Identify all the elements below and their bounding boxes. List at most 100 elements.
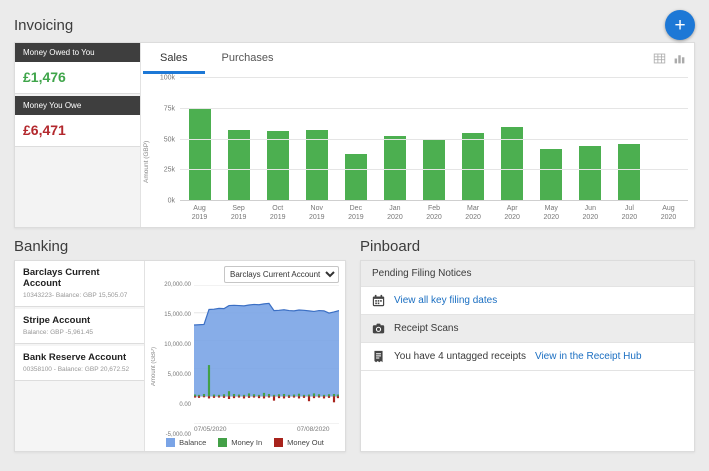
x-tick-label: Apr2020 xyxy=(493,201,532,225)
summary-card[interactable]: Money Owed to You£1,476 xyxy=(15,43,140,94)
legend-swatch xyxy=(218,438,227,447)
invoicing-section: Invoicing + Money Owed to You£1,476Money… xyxy=(14,8,695,228)
sales-chart-plot xyxy=(180,78,688,201)
bar xyxy=(579,146,601,201)
bank-accounts-list: Barclays Current Account10343223- Balanc… xyxy=(15,261,145,451)
dashboard: Invoicing + Money Owed to You£1,476Money… xyxy=(0,0,709,458)
y-tick-label: 0k xyxy=(168,198,175,205)
bank-account-card[interactable]: Stripe AccountBalance: GBP -5,961.45 xyxy=(15,309,144,344)
summary-card-label: Money Owed to You xyxy=(15,43,140,62)
bank-chart-y-axis-title: Amount (GBP) xyxy=(151,285,160,435)
x-tick-label: Jul2020 xyxy=(610,201,649,225)
y-tick-label: 5,000.00 xyxy=(168,372,191,378)
bar-slot xyxy=(610,78,649,201)
x-tick-label: Jan2020 xyxy=(375,201,414,225)
legend-swatch xyxy=(166,438,175,447)
y-tick-label: 10,000.00 xyxy=(164,342,191,348)
bar xyxy=(345,154,367,201)
x-tick-label: Sep2019 xyxy=(219,201,258,225)
summary-card-value: £6,471 xyxy=(15,115,140,146)
pinboard-panel: Pending Filing Notices View all key filin… xyxy=(360,260,695,452)
bar xyxy=(267,131,289,201)
y-tick-label: -5,000.00 xyxy=(166,432,191,438)
pinboard-row-text: Pending Filing Notices xyxy=(372,268,472,279)
bank-account-detail: 00358100 - Balance: GBP 20,672.52 xyxy=(23,366,136,373)
plus-icon: + xyxy=(674,16,685,35)
y-tick-label: 100k xyxy=(160,75,175,82)
x-tick-label: 07/08/2020 xyxy=(297,426,330,433)
bar-slot xyxy=(649,78,688,201)
pinboard-item-row: View all key filing dates xyxy=(361,287,694,315)
pinboard-header-row: Pending Filing Notices xyxy=(361,261,694,287)
gridline xyxy=(180,169,688,170)
bar xyxy=(462,133,484,201)
y-tick-label: 20,000.00 xyxy=(164,282,191,288)
legend-label: Money In xyxy=(231,438,262,447)
pinboard-title: Pinboard xyxy=(360,238,695,255)
bar-slot xyxy=(493,78,532,201)
bar-slot xyxy=(219,78,258,201)
pinboard-link[interactable]: View all key filing dates xyxy=(394,295,497,306)
bank-account-card[interactable]: Barclays Current Account10343223- Balanc… xyxy=(15,261,144,307)
bar xyxy=(618,144,640,201)
x-tick-label: Oct2019 xyxy=(258,201,297,225)
invoicing-tabs: SalesPurchases xyxy=(143,43,291,74)
legend-item: Balance xyxy=(166,438,206,447)
bar-slot xyxy=(336,78,375,201)
banking-section: Banking Barclays Current Account10343223… xyxy=(14,228,346,452)
x-tick-label: Jun2020 xyxy=(571,201,610,225)
bar-slot xyxy=(532,78,571,201)
x-tick-label: Feb2020 xyxy=(414,201,453,225)
bar-slot xyxy=(454,78,493,201)
bar-slot xyxy=(180,78,219,201)
gridline xyxy=(180,108,688,109)
summary-card[interactable]: Money You Owe£6,471 xyxy=(15,96,140,147)
x-tick-label: Mar2020 xyxy=(454,201,493,225)
bar-slot xyxy=(571,78,610,201)
table-view-icon[interactable] xyxy=(653,52,666,65)
tab-purchases[interactable]: Purchases xyxy=(205,43,291,74)
bar-chart-view-icon[interactable] xyxy=(673,52,686,65)
pinboard-row-text: Receipt Scans xyxy=(394,323,458,334)
pinboard-link[interactable]: View in the Receipt Hub xyxy=(535,351,642,362)
y-tick-label: 50k xyxy=(164,136,175,143)
invoicing-panel: Money Owed to You£1,476Money You Owe£6,4… xyxy=(14,42,695,228)
x-tick-label: 07/05/2020 xyxy=(194,426,227,433)
sales-chart-yticks: 0k25k50k75k100k xyxy=(154,78,180,201)
bank-account-detail: 10343223- Balance: GBP 15,505.07 xyxy=(23,292,136,299)
bank-account-card[interactable]: Bank Reserve Account 00358100 - Balance: … xyxy=(15,346,144,381)
x-tick-label: Aug2020 xyxy=(649,201,688,225)
legend-label: Balance xyxy=(179,438,206,447)
sales-chart: Amount (GBP) 0k25k50k75k100k Aug2019Sep2… xyxy=(143,74,688,225)
bank-account-name: Bank Reserve Account xyxy=(23,352,136,363)
sales-chart-bars xyxy=(180,78,688,201)
bar-slot xyxy=(414,78,453,201)
gridline xyxy=(180,139,688,140)
bank-chart-plot xyxy=(194,285,339,424)
bank-chart-area: Barclays Current Account Amount (GBP) -5… xyxy=(145,261,345,451)
bar xyxy=(423,140,445,202)
legend-label: Money Out xyxy=(287,438,324,447)
legend-item: Money Out xyxy=(274,438,324,447)
invoicing-summary-cards: Money Owed to You£1,476Money You Owe£6,4… xyxy=(15,43,141,227)
bank-account-name: Stripe Account xyxy=(23,315,136,326)
bar xyxy=(540,149,562,201)
y-tick-label: 75k xyxy=(164,105,175,112)
banking-title: Banking xyxy=(14,238,346,255)
bank-chart-xlabels: 07/05/2020 07/08/2020 xyxy=(194,424,339,435)
pinboard-row-text: You have 4 untagged receipts xyxy=(394,351,526,362)
legend-item: Money In xyxy=(218,438,262,447)
bar xyxy=(306,130,328,201)
y-tick-label: 25k xyxy=(164,167,175,174)
tab-sales[interactable]: Sales xyxy=(143,43,205,74)
bar-slot xyxy=(258,78,297,201)
x-tick-label: May2020 xyxy=(532,201,571,225)
chart-tools xyxy=(653,52,688,65)
add-button[interactable]: + xyxy=(665,10,695,40)
gridline xyxy=(180,200,688,201)
sales-chart-xlabels: Aug2019Sep2019Oct2019Nov2019Dec2019Jan20… xyxy=(180,201,688,225)
bank-account-select[interactable]: Barclays Current Account xyxy=(224,266,339,283)
summary-card-label: Money You Owe xyxy=(15,96,140,115)
pinboard-section: Pinboard Pending Filing Notices View all … xyxy=(360,228,695,452)
bank-chart-svg xyxy=(194,285,339,424)
